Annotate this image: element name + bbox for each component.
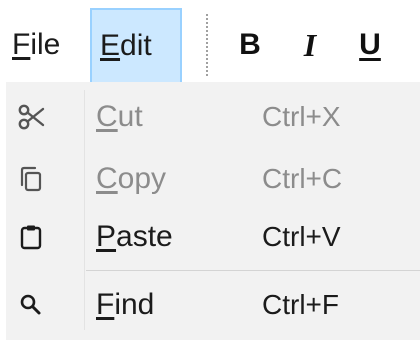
menu-item-cut-mnemonic: C bbox=[96, 100, 118, 133]
bold-button[interactable]: B bbox=[228, 8, 272, 82]
menu-item-copy[interactable]: Copy Ctrl+C bbox=[6, 150, 420, 208]
menu-item-paste-shortcut: Ctrl+V bbox=[262, 221, 341, 252]
menu-item-find[interactable]: Find Ctrl+F bbox=[6, 276, 420, 334]
file-menu-mnemonic: F bbox=[12, 28, 31, 61]
clipboard-icon bbox=[16, 222, 46, 252]
menu-item-copy-label: Copy bbox=[96, 162, 166, 196]
menu-item-paste-text: aste bbox=[116, 220, 173, 253]
menu-item-find-text: ind bbox=[114, 288, 155, 321]
menu-item-paste-label: Paste bbox=[96, 220, 173, 254]
menu-separator bbox=[86, 270, 420, 271]
menu-item-cut[interactable]: Cut Ctrl+X bbox=[6, 88, 420, 146]
scissors-icon bbox=[16, 102, 46, 132]
edit-menu[interactable]: Edit bbox=[90, 8, 182, 82]
edit-menu-label: dit bbox=[120, 29, 152, 62]
edit-dropdown-menu: Cut Ctrl+X Copy Ctrl+C Paste Ctrl+V Find… bbox=[0, 82, 420, 340]
menu-item-find-label: Find bbox=[96, 288, 154, 322]
file-menu-label: ile bbox=[30, 28, 61, 61]
menu-item-cut-text: ut bbox=[117, 100, 143, 133]
menu-item-copy-mnemonic: C bbox=[96, 162, 118, 195]
menu-bar: File Edit B I U bbox=[0, 0, 420, 82]
menu-item-cut-shortcut: Ctrl+X bbox=[262, 101, 341, 132]
toolbar-separator bbox=[206, 14, 208, 76]
menu-item-copy-text: opy bbox=[117, 162, 167, 195]
underline-button[interactable]: U bbox=[348, 8, 392, 82]
file-menu[interactable]: File bbox=[4, 8, 90, 82]
edit-menu-mnemonic: E bbox=[100, 29, 121, 62]
copy-icon bbox=[16, 164, 46, 194]
menu-item-find-shortcut: Ctrl+F bbox=[262, 289, 339, 320]
menu-item-paste-mnemonic: P bbox=[96, 220, 117, 253]
menu-item-find-mnemonic: F bbox=[96, 288, 115, 321]
italic-button[interactable]: I bbox=[288, 8, 332, 82]
menu-item-cut-label: Cut bbox=[96, 100, 143, 134]
menu-item-paste[interactable]: Paste Ctrl+V bbox=[6, 208, 420, 266]
search-icon bbox=[16, 290, 46, 320]
menu-item-copy-shortcut: Ctrl+C bbox=[262, 163, 343, 194]
